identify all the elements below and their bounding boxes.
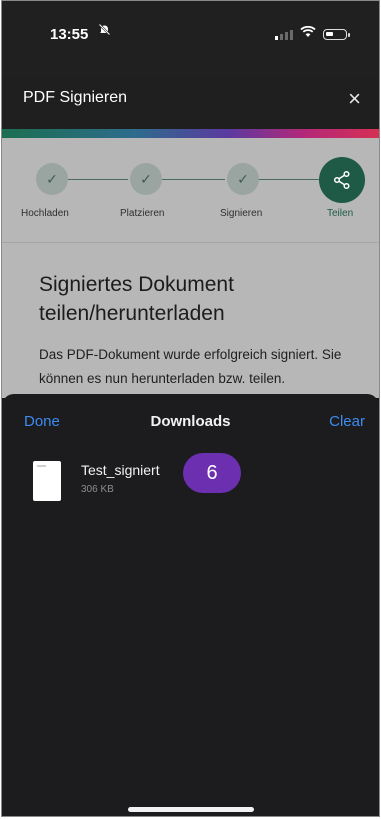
step-label-platzieren: Platzieren: [120, 208, 165, 219]
phone-screen: 13:55 PDF Signieren × ✓ ✓ ✓ Hochladen Pl…: [1, 0, 380, 817]
step-connector: [68, 179, 128, 180]
app-title: PDF Signieren: [23, 89, 128, 106]
step-connector: [162, 179, 225, 180]
status-bar: 13:55: [2, 1, 379, 76]
step-label-teilen: Teilen: [327, 208, 354, 219]
wifi-icon: [300, 25, 316, 43]
clear-button[interactable]: Clear: [329, 413, 365, 430]
step-connector: [259, 179, 319, 180]
battery-icon: [323, 28, 350, 40]
signal-icon: [275, 29, 293, 40]
app-content-dimmed: ✓ ✓ ✓ Hochladen Platzieren Signieren Tei…: [2, 138, 379, 398]
share-icon[interactable]: [319, 157, 365, 203]
step-platzieren-check-icon[interactable]: ✓: [130, 163, 162, 195]
app-header: PDF Signieren ×: [2, 76, 379, 129]
step-signieren-check-icon[interactable]: ✓: [227, 163, 259, 195]
progress-stepper: ✓ ✓ ✓ Hochladen Platzieren Signieren Tei…: [2, 138, 379, 243]
step-label-signieren: Signieren: [220, 208, 263, 219]
close-icon[interactable]: ×: [348, 86, 361, 112]
step-number-badge: 6: [183, 453, 241, 493]
bell-mute-icon: [98, 23, 111, 39]
page-description: Das PDF-Dokument wurde erfolgreich signi…: [39, 347, 342, 386]
step-hochladen-check-icon[interactable]: ✓: [36, 163, 68, 195]
sheet-title: Downloads: [150, 413, 231, 430]
status-indicators: [275, 25, 350, 43]
page-heading: Signiertes Dokument teilen/herunterladen: [39, 273, 234, 325]
file-name: Test_signiert: [81, 462, 160, 478]
header-gradient-bar: [2, 129, 379, 138]
document-icon: [33, 461, 61, 501]
file-size: 306 KB: [81, 484, 114, 495]
home-indicator[interactable]: [127, 807, 254, 812]
status-time: 13:55: [50, 26, 89, 43]
step-label-hochladen: Hochladen: [21, 208, 69, 219]
